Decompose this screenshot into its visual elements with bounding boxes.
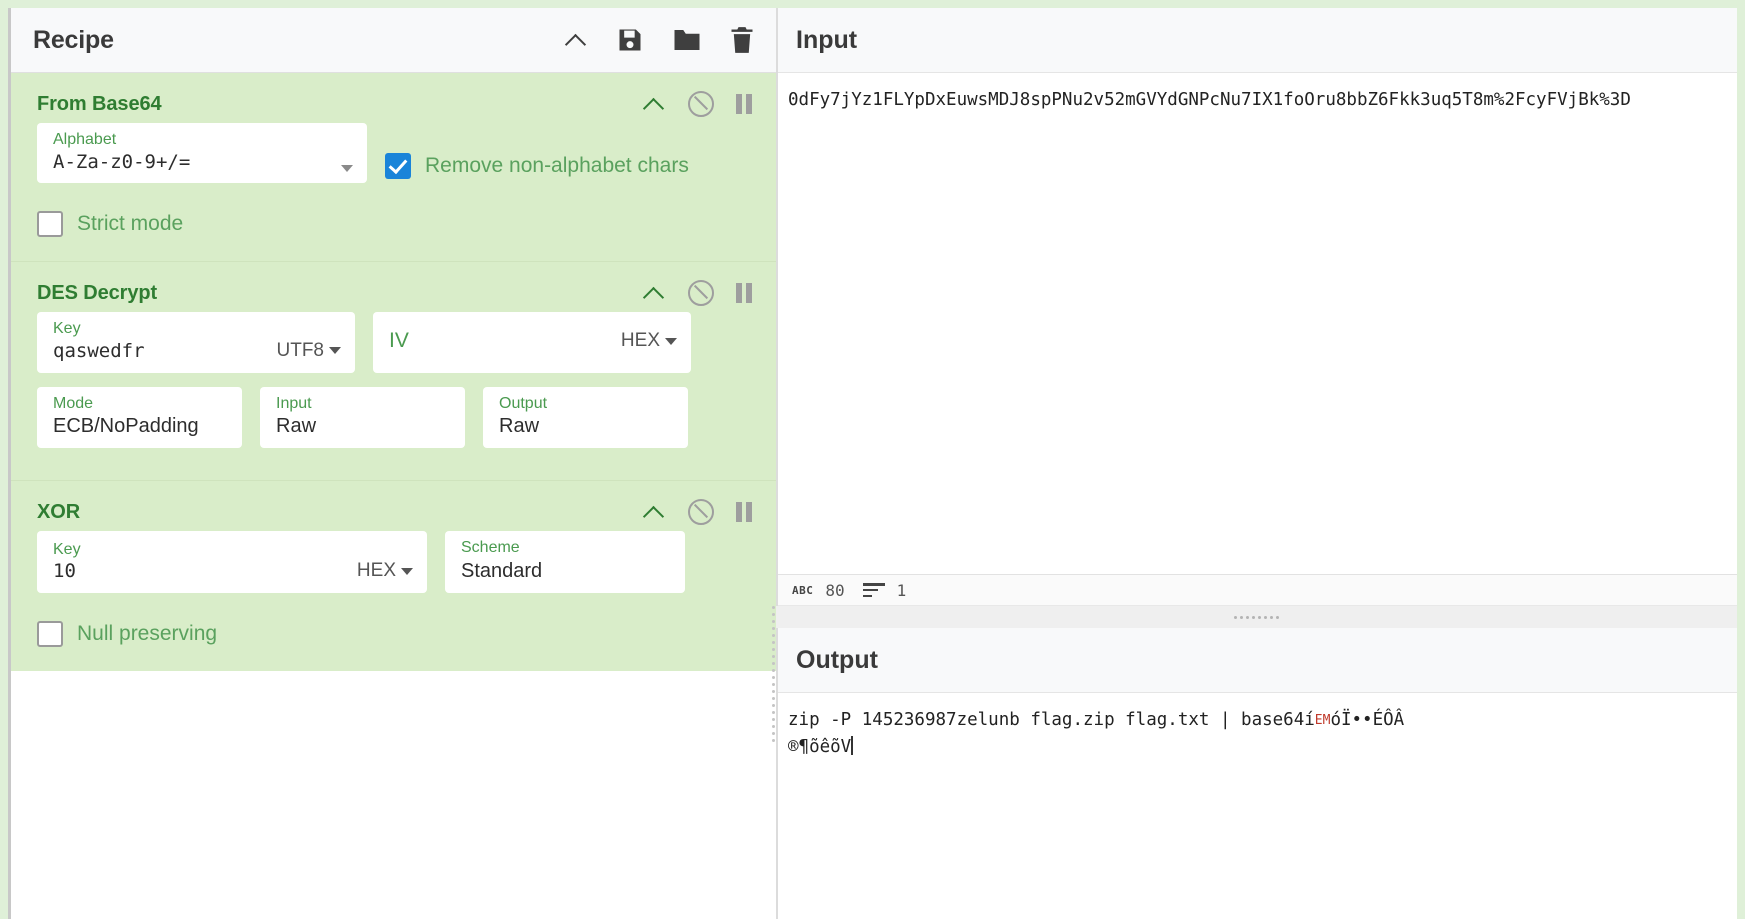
remove-non-alphabet-label: Remove non-alphabet chars	[425, 154, 689, 178]
output-line-1: zip -P 145236987zelunb flag.zip flag.txt…	[788, 710, 1315, 730]
chevron-up-icon[interactable]	[642, 504, 666, 520]
strict-mode-row[interactable]: Strict mode	[11, 211, 776, 238]
operation-xor[interactable]: XOR Key 10 HEX Scheme Standard Null pres…	[11, 481, 776, 672]
xor-key-value: 10	[53, 561, 76, 583]
des-iv-field[interactable]: IV HEX	[373, 312, 691, 373]
load-icon[interactable]	[672, 27, 702, 53]
operation-arguments: Key 10 HEX Scheme Standard	[11, 531, 776, 607]
output-title: Output	[796, 645, 878, 674]
io-splitter[interactable]	[776, 606, 1737, 628]
des-iv-label: IV	[389, 328, 409, 352]
operation-header: XOR	[11, 481, 776, 531]
xor-key-format-dropdown[interactable]: HEX	[347, 560, 413, 583]
ban-icon[interactable]	[688, 499, 714, 526]
operation-title: From Base64	[37, 92, 162, 115]
clear-recipe-icon[interactable]	[730, 26, 754, 54]
recipe-title-bar: Recipe	[11, 8, 776, 73]
output-textarea[interactable]: zip -P 145236987zelunb flag.zip flag.txt…	[778, 693, 1737, 919]
recipe-operation-list[interactable]: From Base64 Alphabet A-Za-z0-9+/= Remove…	[11, 73, 776, 919]
des-mode-label: Mode	[53, 394, 94, 412]
alphabet-value: A-Za-z0-9+/=	[53, 151, 191, 173]
input-title-bar: Input	[778, 8, 1737, 73]
des-key-label: Key	[53, 320, 81, 338]
recipe-toolbar	[564, 26, 754, 54]
operation-des-decrypt[interactable]: DES Decrypt Key qaswedfr UTF8 IV HEX Mod…	[11, 262, 776, 482]
output-pane: Output zip -P 145236987zelunb flag.zip f…	[776, 628, 1737, 919]
strict-mode-checkbox[interactable]	[37, 211, 63, 238]
null-preserving-row[interactable]: Null preserving	[11, 621, 776, 648]
recipe-pane: Recipe From Base64 Alphabet A-Za-z0-9+/=…	[8, 8, 776, 919]
operation-arguments: Key qaswedfr UTF8 IV HEX Mode ECB/NoPadd…	[11, 312, 776, 462]
xor-scheme-field[interactable]: Scheme Standard	[445, 531, 685, 594]
page-title: Recipe	[33, 25, 114, 54]
input-textarea[interactable]: 0dFy7jYz1FLYpDxEuwsMDJ8spPNu2v52mGVYdGNP…	[778, 73, 1737, 574]
alphabet-label: Alphabet	[53, 131, 117, 148]
pause-icon[interactable]	[736, 94, 754, 114]
splitter-grip-icon	[1234, 615, 1279, 619]
output-title-bar: Output	[778, 628, 1737, 693]
null-preserving-checkbox[interactable]	[37, 621, 63, 648]
output-line-2: ®¶õêõV	[788, 737, 852, 758]
input-status-bar: ABC 80 1	[778, 574, 1737, 606]
des-output-value: Raw	[499, 415, 540, 438]
des-key-field[interactable]: Key qaswedfr UTF8	[37, 312, 355, 373]
des-key-format-dropdown[interactable]: UTF8	[267, 339, 341, 363]
input-pane: Input 0dFy7jYz1FLYpDxEuwsMDJ8spPNu2v52mG…	[776, 8, 1737, 606]
des-mode-value: ECB/NoPadding	[53, 415, 199, 438]
output-line-1b: óÏ••ÉÔÂ	[1330, 710, 1405, 730]
line-count-value: 1	[896, 580, 907, 600]
alphabet-dropdown-caret[interactable]	[331, 165, 353, 173]
des-iv-format-dropdown[interactable]: HEX	[611, 330, 677, 353]
des-output-field[interactable]: Output Raw	[483, 386, 688, 449]
operation-header: From Base64	[11, 73, 776, 123]
operation-title: DES Decrypt	[37, 281, 158, 304]
ban-icon[interactable]	[688, 280, 714, 307]
ban-icon[interactable]	[688, 91, 714, 117]
chevron-up-icon[interactable]	[642, 96, 666, 112]
character-count-icon: ABC	[792, 583, 814, 597]
strict-mode-label: Strict mode	[77, 212, 184, 236]
des-input-label: Input	[276, 394, 312, 412]
des-input-field[interactable]: Input Raw	[260, 386, 465, 449]
remove-non-alphabet-row[interactable]: Remove non-alphabet chars	[385, 141, 689, 191]
output-cursor	[851, 736, 853, 756]
io-column: Input 0dFy7jYz1FLYpDxEuwsMDJ8spPNu2v52mG…	[776, 8, 1737, 919]
chevron-up-icon[interactable]	[642, 285, 666, 301]
operation-title: XOR	[37, 500, 81, 523]
xor-key-field[interactable]: Key 10 HEX	[37, 531, 427, 594]
operation-header: DES Decrypt	[11, 262, 776, 312]
des-output-label: Output	[499, 394, 548, 412]
operation-controls	[642, 280, 754, 307]
output-control-char: EM	[1314, 713, 1331, 728]
des-input-value: Raw	[276, 415, 317, 438]
collapse-icon[interactable]	[564, 32, 588, 48]
xor-scheme-value: Standard	[461, 560, 543, 583]
cyberchef-app: Recipe From Base64 Alphabet A-Za-z0-9+/=…	[0, 0, 1745, 919]
operation-controls	[642, 91, 754, 117]
operation-from-base64[interactable]: From Base64 Alphabet A-Za-z0-9+/= Remove…	[11, 73, 776, 263]
save-icon[interactable]	[616, 26, 644, 54]
des-key-value: qaswedfr	[53, 341, 145, 363]
des-key-format-label: UTF8	[276, 339, 325, 361]
alphabet-field[interactable]: Alphabet A-Za-z0-9+/=	[37, 123, 367, 184]
des-mode-field[interactable]: Mode ECB/NoPadding	[37, 386, 242, 449]
character-count-value: 80	[825, 580, 845, 600]
null-preserving-label: Null preserving	[77, 622, 218, 646]
xor-key-label: Key	[53, 540, 81, 558]
input-title: Input	[796, 25, 858, 54]
xor-key-format-label: HEX	[356, 560, 396, 582]
operation-controls	[642, 499, 754, 526]
des-iv-format-label: HEX	[620, 330, 660, 352]
remove-non-alphabet-checkbox[interactable]	[385, 153, 411, 180]
line-count-icon	[862, 583, 885, 597]
operation-arguments: Alphabet A-Za-z0-9+/= Remove non-alphabe…	[11, 123, 776, 197]
pause-icon[interactable]	[736, 502, 754, 523]
pause-icon[interactable]	[736, 283, 754, 304]
xor-scheme-label: Scheme	[461, 539, 520, 557]
